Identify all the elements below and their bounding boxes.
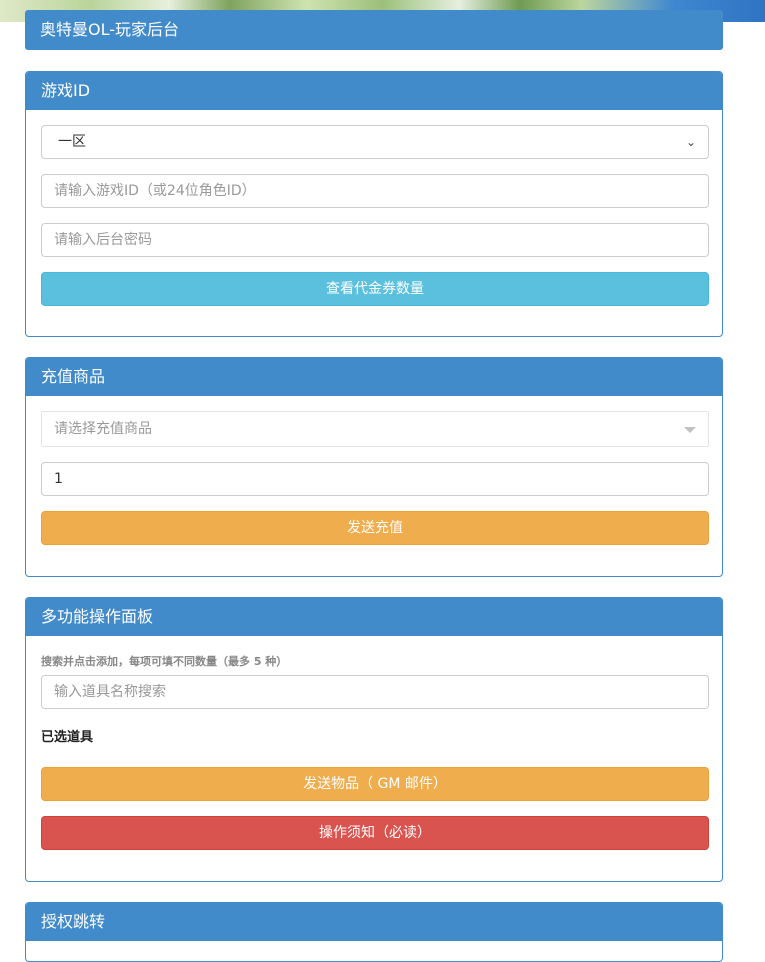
zone-select-value: 一区 <box>58 134 86 150</box>
multi-function-panel: 多功能操作面板 搜索并点击添加，每项可填不同数量（最多 5 种） 已选道具 发送… <box>25 597 723 882</box>
item-search-input[interactable] <box>41 675 709 709</box>
recharge-panel-body: 请选择充值商品 发送充值 <box>26 396 722 545</box>
game-id-panel: 游戏ID 一区 ⌄ 查看代金券数量 <box>25 71 723 337</box>
password-input[interactable] <box>41 223 709 257</box>
game-id-panel-title: 游戏ID <box>26 72 722 110</box>
zone-select[interactable]: 一区 ⌄ <box>41 125 709 159</box>
chevron-down-icon: ⌄ <box>685 135 696 149</box>
product-select-placeholder: 请选择充值商品 <box>54 421 152 437</box>
send-recharge-button[interactable]: 发送充值 <box>41 511 709 545</box>
auth-panel: 授权跳转 <box>25 902 723 962</box>
send-items-button[interactable]: 发送物品（ GM 邮件） <box>41 767 709 801</box>
caret-down-icon <box>684 427 696 433</box>
recharge-panel-title: 充值商品 <box>26 358 722 396</box>
selected-items-label: 已选道具 <box>41 730 94 745</box>
notice-button[interactable]: 操作须知（必读） <box>41 816 709 850</box>
game-id-input[interactable] <box>41 174 709 208</box>
multi-function-panel-body: 搜索并点击添加，每项可填不同数量（最多 5 种） 已选道具 发送物品（ GM 邮… <box>26 636 722 850</box>
product-select[interactable]: 请选择充值商品 <box>41 411 709 447</box>
quantity-input[interactable] <box>41 462 709 496</box>
page-title: 奥特曼OL-玩家后台 <box>25 10 723 50</box>
game-id-panel-body: 一区 ⌄ 查看代金券数量 <box>26 110 722 306</box>
check-vouchers-button[interactable]: 查看代金券数量 <box>41 272 709 306</box>
auth-panel-title: 授权跳转 <box>26 903 722 941</box>
search-hint: 搜索并点击添加，每项可填不同数量（最多 5 种） <box>41 655 288 668</box>
multi-function-panel-title: 多功能操作面板 <box>26 598 722 636</box>
recharge-panel: 充值商品 请选择充值商品 发送充值 <box>25 357 723 577</box>
header-panel: 奥特曼OL-玩家后台 <box>25 10 723 50</box>
